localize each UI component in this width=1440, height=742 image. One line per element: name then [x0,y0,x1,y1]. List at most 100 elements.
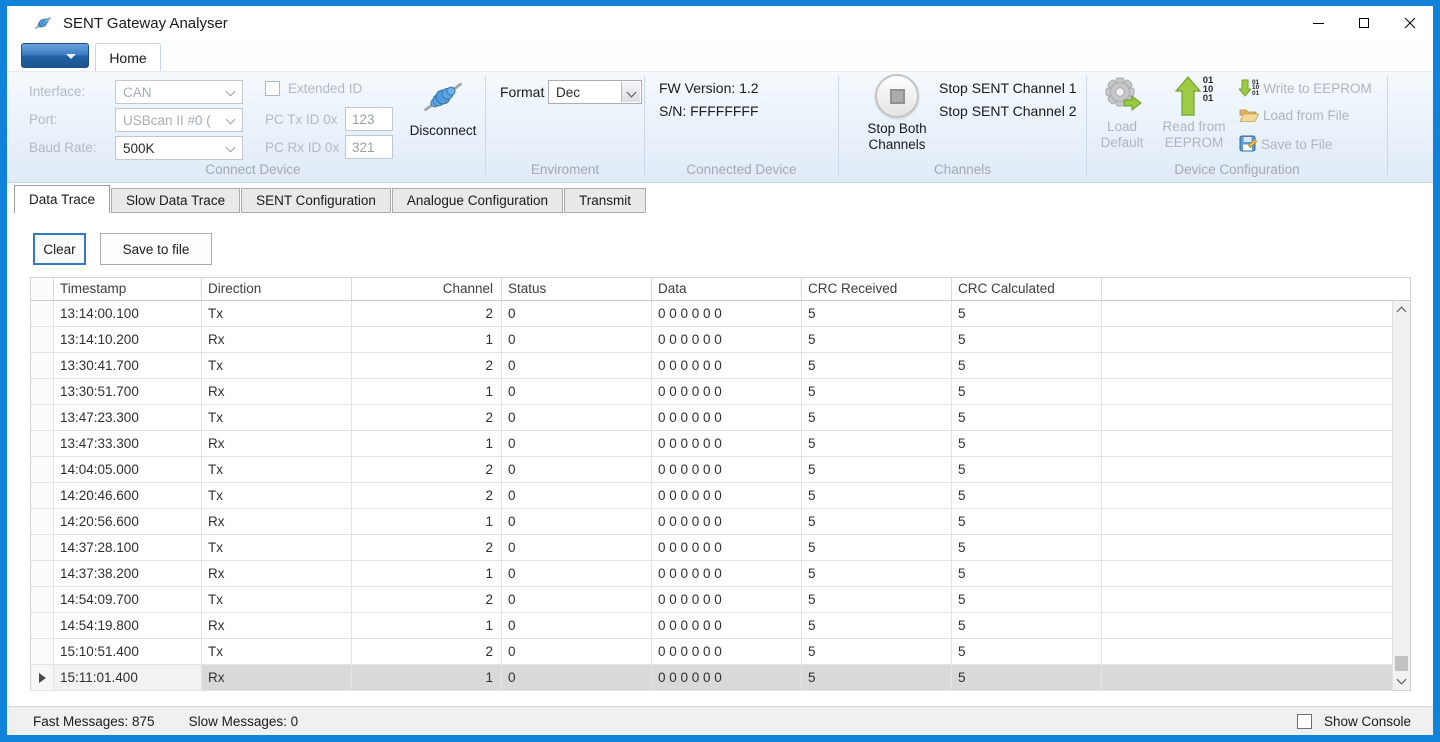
table-cell[interactable]: 0 [502,327,652,352]
pc-tx-id-field[interactable] [345,107,393,131]
column-header-channel[interactable]: Channel [352,278,502,300]
row-selector-cell[interactable] [31,483,54,508]
table-cell[interactable]: Tx [202,405,352,430]
table-cell[interactable]: 2 [352,587,502,612]
table-cell[interactable]: 0 0 0 0 0 0 [652,665,802,690]
table-cell[interactable]: Tx [202,353,352,378]
table-row[interactable]: 13:14:00.100Tx200 0 0 0 0 055 [31,301,1393,327]
table-cell[interactable]: 5 [802,431,952,456]
tab-home[interactable]: Home [95,43,161,71]
table-cell[interactable]: 0 0 0 0 0 0 [652,327,802,352]
table-cell[interactable]: 2 [352,457,502,482]
table-cell[interactable]: 13:30:41.700 [54,353,202,378]
table-cell[interactable]: Rx [202,509,352,534]
clear-button[interactable]: Clear [33,233,86,265]
stop-sent-channel-2[interactable]: Stop SENT Channel 2 [939,103,1077,119]
table-row[interactable]: 14:20:46.600Tx200 0 0 0 0 055 [31,483,1393,509]
column-header-crc-calculated[interactable]: CRC Calculated [952,278,1102,300]
table-cell[interactable]: 5 [802,613,952,638]
table-row[interactable]: 13:47:23.300Tx200 0 0 0 0 055 [31,405,1393,431]
table-cell[interactable]: 5 [952,301,1102,326]
save-to-file-button[interactable]: Save to file [100,233,212,265]
row-selector-cell[interactable] [31,535,54,560]
table-cell[interactable]: 5 [952,561,1102,586]
tab-transmit[interactable]: Transmit [564,188,646,213]
table-cell[interactable]: 2 [352,535,502,560]
table-cell[interactable]: 13:47:23.300 [54,405,202,430]
table-cell[interactable]: 0 [502,613,652,638]
table-cell[interactable]: 0 [502,587,652,612]
table-cell[interactable]: 1 [352,431,502,456]
table-cell[interactable]: 1 [352,665,502,690]
table-row[interactable]: 13:14:10.200Rx100 0 0 0 0 055 [31,327,1393,353]
table-cell[interactable]: 0 [502,639,652,664]
extended-id-checkbox[interactable] [265,81,280,96]
table-cell[interactable]: 0 0 0 0 0 0 [652,613,802,638]
interface-select[interactable]: CAN [115,80,243,104]
table-cell[interactable]: 14:04:05.000 [54,457,202,482]
table-cell[interactable]: 0 [502,301,652,326]
table-row[interactable]: 14:20:56.600Rx100 0 0 0 0 055 [31,509,1393,535]
load-default-button[interactable]: Load Default [1093,76,1151,151]
table-cell[interactable]: 5 [952,353,1102,378]
table-cell[interactable]: 5 [952,483,1102,508]
table-cell[interactable]: 14:37:38.200 [54,561,202,586]
table-cell[interactable]: Tx [202,535,352,560]
show-console-checkbox[interactable] [1297,714,1312,729]
tab-analogue-configuration[interactable]: Analogue Configuration [392,188,563,213]
scroll-up-button[interactable] [1393,301,1410,318]
table-cell[interactable]: 0 [502,405,652,430]
table-cell[interactable]: Tx [202,301,352,326]
scroll-down-button[interactable] [1393,673,1410,690]
column-header-timestamp[interactable]: Timestamp [54,278,202,300]
table-cell[interactable]: 14:20:56.600 [54,509,202,534]
table-cell[interactable]: Rx [202,327,352,352]
row-selector-cell[interactable] [31,639,54,664]
table-row[interactable]: 14:54:19.800Rx100 0 0 0 0 055 [31,613,1393,639]
row-selector-cell[interactable] [31,327,54,352]
table-cell[interactable]: 0 [502,509,652,534]
table-cell[interactable]: 5 [952,327,1102,352]
table-cell[interactable]: 5 [952,379,1102,404]
column-header-status[interactable]: Status [502,278,652,300]
port-select[interactable]: USBcan II #0 ( [115,108,243,132]
table-cell[interactable]: 0 [502,431,652,456]
row-selector-cell[interactable] [31,665,54,690]
application-menu-button[interactable] [21,43,89,68]
format-dropdown-button[interactable] [621,82,640,102]
scrollbar-thumb[interactable] [1395,656,1408,671]
table-cell[interactable]: 13:30:51.700 [54,379,202,404]
table-cell[interactable]: 5 [952,613,1102,638]
table-row[interactable]: 15:11:01.400Rx100 0 0 0 0 055 [31,665,1393,691]
table-cell[interactable]: 13:14:00.100 [54,301,202,326]
table-row[interactable]: 14:37:28.100Tx200 0 0 0 0 055 [31,535,1393,561]
table-row[interactable]: 13:47:33.300Rx100 0 0 0 0 055 [31,431,1393,457]
table-cell[interactable]: 15:10:51.400 [54,639,202,664]
table-cell[interactable]: Tx [202,457,352,482]
table-cell[interactable]: 2 [352,301,502,326]
table-row[interactable]: 13:30:41.700Tx200 0 0 0 0 055 [31,353,1393,379]
table-cell[interactable]: 5 [952,457,1102,482]
table-cell[interactable]: Rx [202,665,352,690]
table-cell[interactable]: 5 [802,587,952,612]
table-cell[interactable]: 5 [952,405,1102,430]
table-cell[interactable]: 15:11:01.400 [54,665,202,690]
table-cell[interactable]: 2 [352,639,502,664]
tab-data-trace[interactable]: Data Trace [14,185,110,213]
table-row[interactable]: 15:10:51.400Tx200 0 0 0 0 055 [31,639,1393,665]
stop-sent-channel-1[interactable]: Stop SENT Channel 1 [939,80,1077,96]
table-cell[interactable]: Tx [202,587,352,612]
table-cell[interactable]: 0 [502,561,652,586]
table-cell[interactable]: 5 [802,639,952,664]
table-cell[interactable]: 5 [952,587,1102,612]
table-cell[interactable]: 5 [952,509,1102,534]
minimize-button[interactable] [1295,6,1341,40]
row-selector-cell[interactable] [31,509,54,534]
row-selector-cell[interactable] [31,587,54,612]
table-cell[interactable]: 5 [952,431,1102,456]
table-cell[interactable]: 1 [352,613,502,638]
table-cell[interactable]: 1 [352,561,502,586]
row-selector-cell[interactable] [31,431,54,456]
table-cell[interactable]: 0 0 0 0 0 0 [652,587,802,612]
table-cell[interactable]: 5 [952,535,1102,560]
